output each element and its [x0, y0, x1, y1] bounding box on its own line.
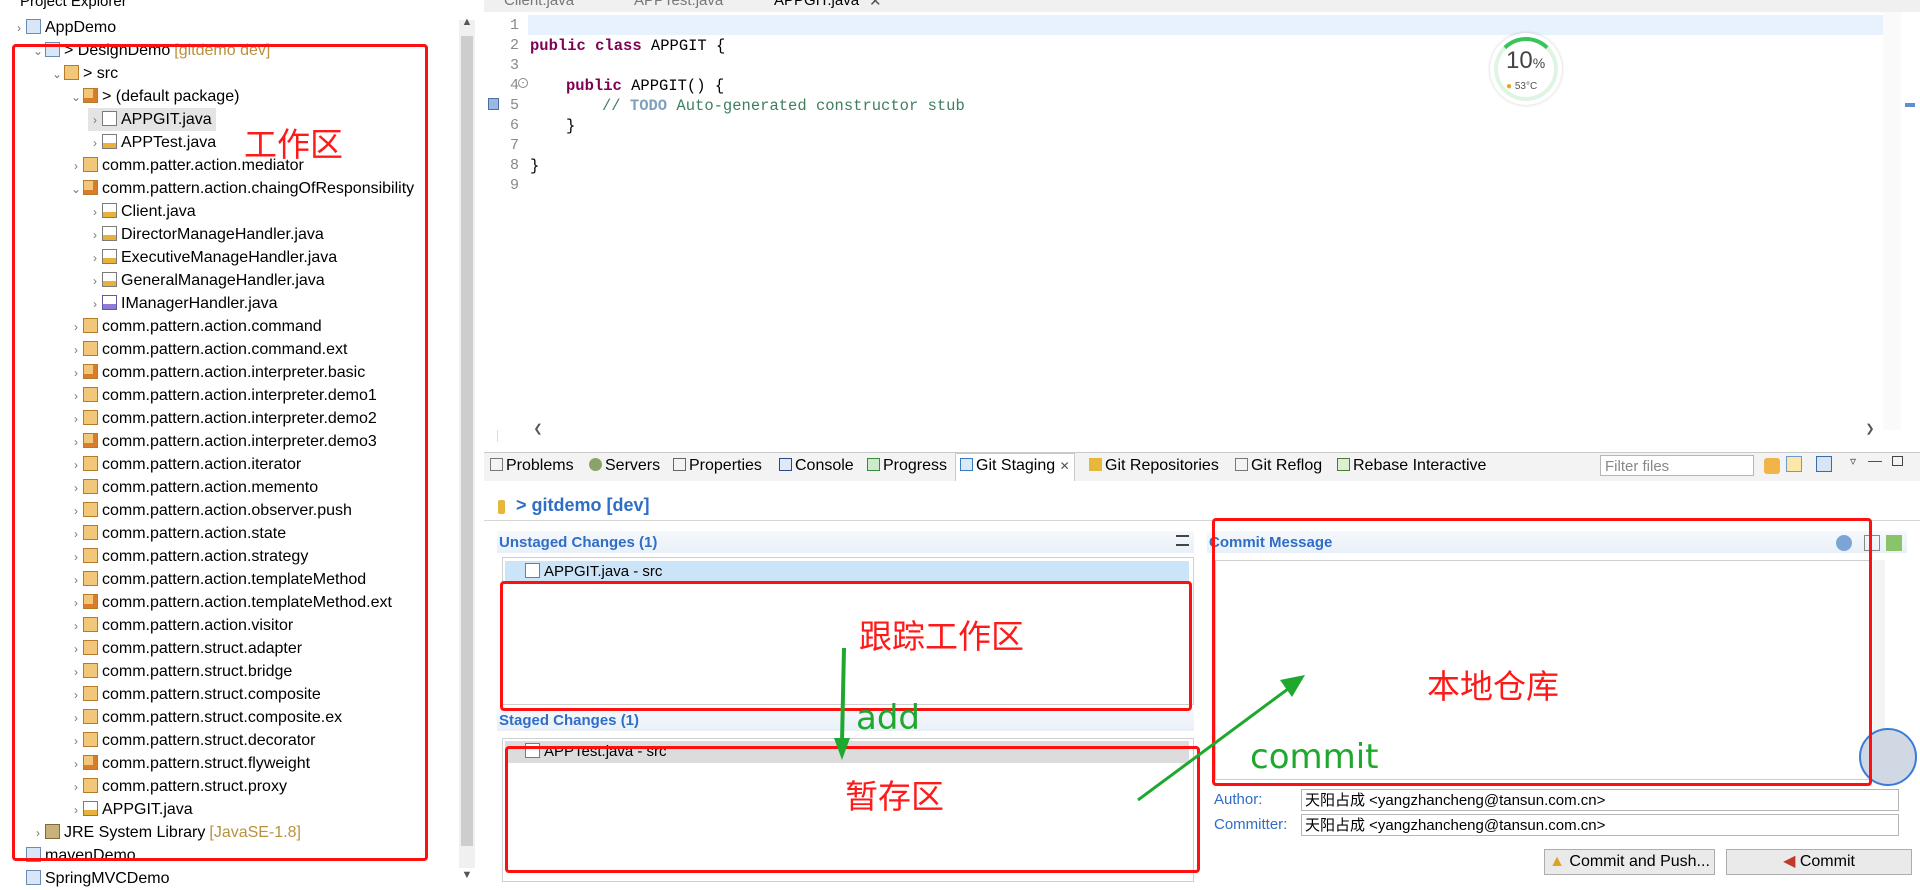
commit-arrow-line: [1137, 684, 1293, 802]
annotation-arrows: [834, 647, 1305, 802]
add-arrow-line: [840, 647, 846, 743]
add-arrow-head: [834, 738, 850, 760]
